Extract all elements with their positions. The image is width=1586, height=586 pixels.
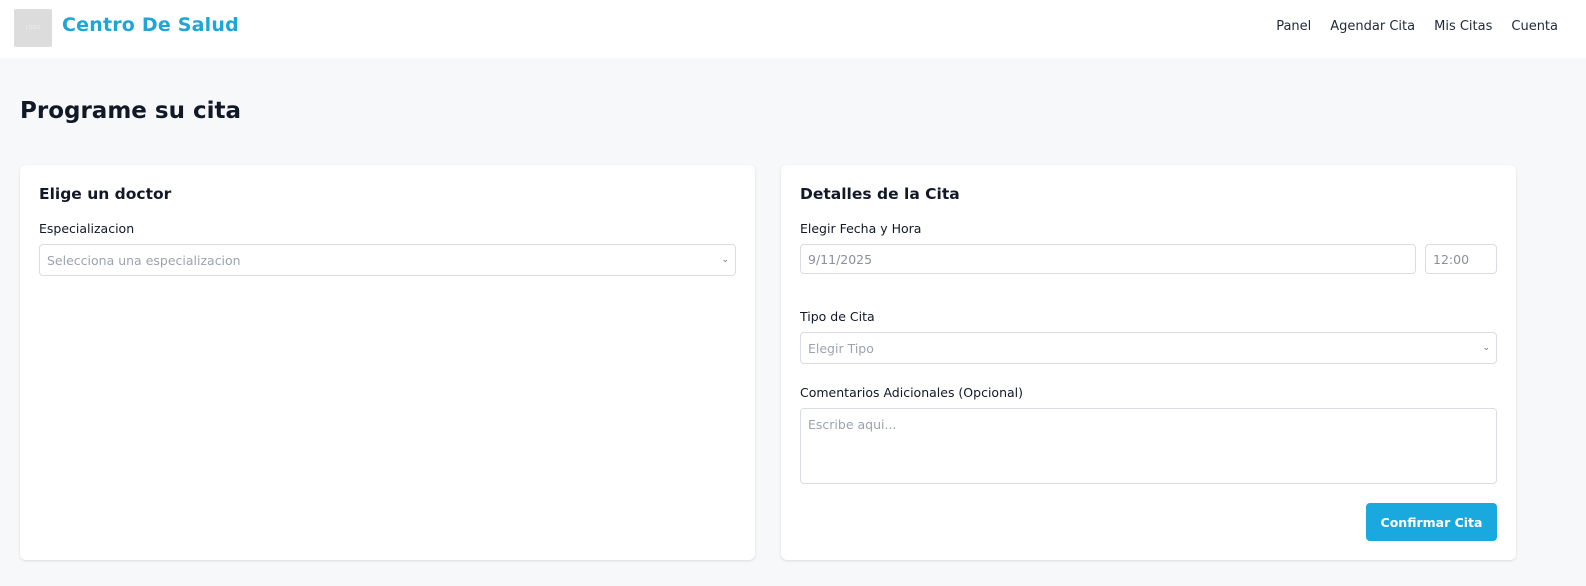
nav-agendar-cita[interactable]: Agendar Cita bbox=[1330, 19, 1415, 34]
brand-name: Centro De Salud bbox=[62, 14, 239, 36]
chevron-down-icon: ⌄ bbox=[721, 255, 729, 265]
appointment-type-label: Tipo de Cita bbox=[800, 309, 875, 324]
appointment-details-card: Detalles de la Cita Elegir Fecha y Hora … bbox=[781, 165, 1516, 560]
comments-label: Comentarios Adicionales (Opcional) bbox=[800, 385, 1024, 400]
appointment-type-select[interactable]: Elegir Tipo ⌄ bbox=[800, 332, 1497, 364]
chevron-down-icon: ⌄ bbox=[1482, 343, 1490, 353]
main-nav: Panel Agendar Cita Mis Citas Cuenta bbox=[1276, 19, 1558, 34]
details-card-title: Detalles de la Cita bbox=[800, 185, 960, 203]
date-value: 9/11/2025 bbox=[808, 251, 873, 267]
specialization-placeholder: Selecciona una especializacion bbox=[47, 252, 241, 268]
doctor-card-title: Elige un doctor bbox=[39, 185, 172, 203]
comments-textarea[interactable] bbox=[800, 408, 1497, 484]
nav-cuenta[interactable]: Cuenta bbox=[1511, 19, 1558, 34]
logo: LOGO bbox=[14, 9, 52, 47]
specialization-select[interactable]: Selecciona una especializacion ⌄ bbox=[39, 244, 736, 276]
nav-panel[interactable]: Panel bbox=[1276, 19, 1311, 34]
nav-mis-citas[interactable]: Mis Citas bbox=[1434, 19, 1492, 34]
doctor-card: Elige un doctor Especializacion Seleccio… bbox=[20, 165, 755, 560]
time-input[interactable]: 12:00 bbox=[1425, 244, 1497, 274]
time-value: 12:00 bbox=[1433, 251, 1470, 267]
top-navbar: LOGO Centro De Salud Panel Agendar Cita … bbox=[0, 0, 1586, 58]
date-input[interactable]: 9/11/2025 bbox=[800, 244, 1416, 274]
specialization-label: Especializacion bbox=[39, 221, 135, 236]
page-title: Programe su cita bbox=[20, 98, 242, 124]
confirm-appointment-button[interactable]: Confirmar Cita bbox=[1366, 503, 1497, 541]
datetime-label: Elegir Fecha y Hora bbox=[800, 221, 922, 236]
appointment-type-placeholder: Elegir Tipo bbox=[808, 340, 874, 356]
